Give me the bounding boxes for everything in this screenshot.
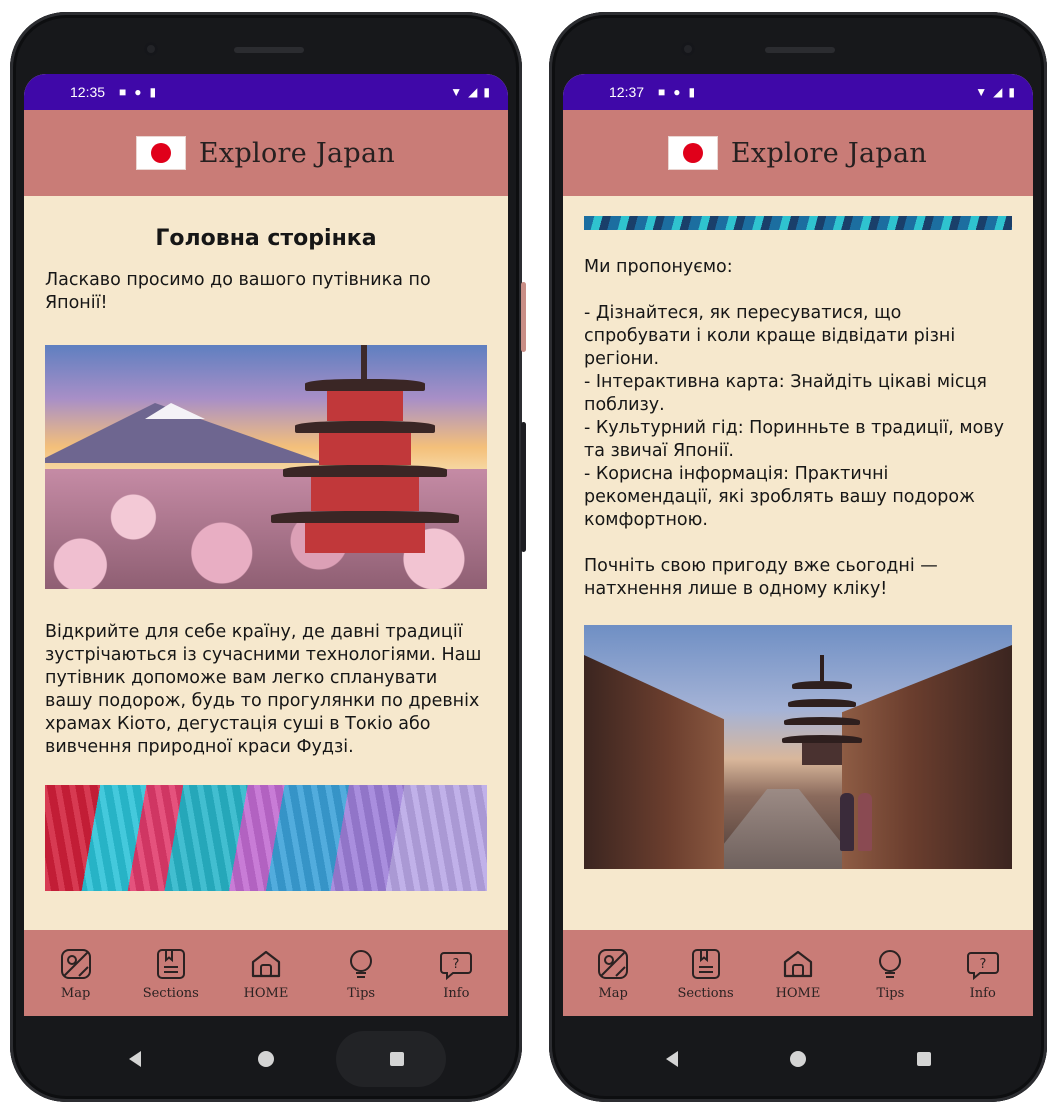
nav-label-map: Map [598, 985, 628, 1001]
status-time: 12:37 [609, 84, 645, 100]
svg-text:?: ? [979, 957, 986, 972]
app-header: Explore Japan [563, 110, 1033, 196]
nav-label-sections: Sections [677, 985, 734, 1001]
status-bar: 12:37 ■ ● ▮ ▼ ◢ ▮ [563, 74, 1033, 110]
fuji-pagoda-image [45, 345, 487, 589]
screen: 12:37 ■ ● ▮ ▼ ◢ ▮ Explore Japan Ми пропо… [563, 74, 1033, 1016]
home-circle-icon[interactable] [768, 1039, 828, 1079]
nav-label-tips: Tips [347, 985, 376, 1001]
power-button [521, 422, 526, 552]
sim-card-icon: ▮ [149, 85, 157, 99]
info-icon: ? [965, 946, 1001, 982]
tips-icon [872, 946, 908, 982]
home-icon [780, 946, 816, 982]
earpiece-speaker [234, 47, 304, 53]
recents-icon[interactable] [367, 1039, 427, 1079]
nav-item-home[interactable]: HOME [754, 946, 842, 1001]
nav-item-sections[interactable]: Sections [662, 946, 750, 1001]
signal-icon: ◢ [993, 85, 1003, 99]
neon-image-edge [584, 216, 1012, 230]
battery-icon: ▮ [483, 85, 490, 99]
map-icon [595, 946, 631, 982]
bottom-navigation: Map Sections HOME Tips ? Info [563, 930, 1033, 1016]
battery-icon: ▮ [1008, 85, 1015, 99]
map-icon [58, 946, 94, 982]
status-time: 12:35 [70, 84, 106, 100]
phone-frame-right: 12:37 ■ ● ▮ ▼ ◢ ▮ Explore Japan Ми пропо… [549, 12, 1047, 1102]
system-navigation-bar [549, 1016, 1047, 1102]
page-title: Головна сторінка [155, 226, 377, 251]
back-icon[interactable] [642, 1039, 702, 1079]
notification-icon: ■ [119, 85, 127, 99]
home-circle-icon[interactable] [236, 1039, 296, 1079]
nav-label-map: Map [60, 985, 91, 1001]
app-header: Explore Japan [24, 110, 508, 196]
nav-item-tips[interactable]: Tips [846, 946, 934, 1001]
signal-icon: ◢ [468, 85, 478, 99]
nav-label-sections: Sections [142, 985, 199, 1001]
screen: 12:35 ■ ● ▮ ▼ ◢ ▮ Explore Japan Головна … [24, 74, 508, 1016]
phone-frame-left: 12:35 ■ ● ▮ ▼ ◢ ▮ Explore Japan Головна … [10, 12, 526, 1102]
nav-item-info[interactable]: ? Info [939, 946, 1027, 1001]
nav-label-home: HOME [775, 985, 821, 1001]
description-text: Відкрийте для себе країну, де давні трад… [45, 622, 482, 757]
wifi-icon: ▼ [975, 85, 988, 99]
app-title: Explore Japan [730, 137, 928, 169]
nav-item-tips[interactable]: Tips [317, 946, 405, 1001]
tips-icon [343, 946, 379, 982]
earpiece-speaker [765, 47, 835, 53]
nav-label-info: Info [443, 985, 470, 1001]
japan-flag-icon [136, 137, 185, 169]
status-bar: 12:35 ■ ● ▮ ▼ ◢ ▮ [24, 74, 508, 110]
nav-item-sections[interactable]: Sections [127, 946, 215, 1001]
nav-item-info[interactable]: ? Info [412, 946, 500, 1001]
back-icon[interactable] [105, 1039, 165, 1079]
home-content-scrolled[interactable]: Ми пропонуємо: - Дізнайтеся, як пересува… [563, 196, 1033, 930]
home-content[interactable]: Головна сторінка Ласкаво просимо до вашо… [24, 196, 508, 930]
sync-icon: ● [134, 85, 142, 99]
svg-text:?: ? [453, 957, 460, 972]
sections-icon [688, 946, 724, 982]
sim-card-icon: ▮ [688, 85, 696, 99]
front-camera [144, 42, 158, 56]
japan-flag-icon [668, 137, 717, 169]
info-icon: ? [438, 946, 474, 982]
volume-button [521, 282, 526, 352]
top-bezel [549, 12, 1047, 74]
sections-icon [153, 946, 189, 982]
app-title: Explore Japan [198, 137, 396, 169]
wifi-icon: ▼ [450, 85, 463, 99]
top-bezel [10, 12, 522, 74]
nav-item-map[interactable]: Map [569, 946, 657, 1001]
nav-label-home: HOME [243, 985, 289, 1001]
nav-label-tips: Tips [876, 985, 905, 1001]
front-camera [681, 42, 695, 56]
nav-label-info: Info [969, 985, 996, 1001]
recents-icon[interactable] [894, 1039, 954, 1079]
tokyo-neon-image [45, 785, 487, 891]
nav-item-home[interactable]: HOME [222, 946, 310, 1001]
system-navigation-bar [10, 1016, 522, 1102]
sync-icon: ● [673, 85, 681, 99]
kyoto-street-image [584, 625, 1012, 869]
bottom-navigation: Map Sections HOME Tips ? Info [24, 930, 508, 1016]
nav-item-map[interactable]: Map [32, 946, 120, 1001]
notification-icon: ■ [658, 85, 666, 99]
intro-text: Ласкаво просимо до вашого путівника по Я… [45, 270, 431, 313]
home-icon [248, 946, 284, 982]
offer-text: Ми пропонуємо: - Дізнайтеся, як пересува… [584, 257, 1004, 599]
